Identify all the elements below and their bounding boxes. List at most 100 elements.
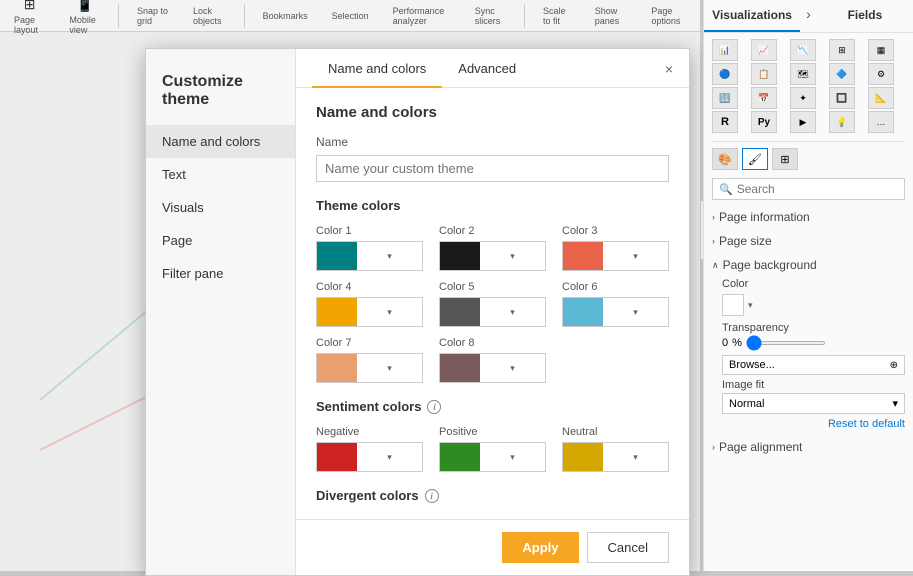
viz-r[interactable]: R [712, 111, 738, 133]
color2-swatch [440, 242, 480, 270]
color2-selector[interactable]: ▾ [439, 241, 546, 271]
sidebar-item-text[interactable]: Text [146, 158, 295, 191]
viz-py[interactable]: Py [751, 111, 777, 133]
color6-item: Color 6 ▾ [562, 281, 669, 327]
viz-search-input[interactable] [737, 182, 898, 196]
viz-donut[interactable]: 🔵 [712, 63, 738, 85]
negative-selector[interactable]: ▾ [316, 442, 423, 472]
color3-chevron: ▾ [603, 251, 668, 262]
selection-btn[interactable]: Selection [326, 9, 375, 23]
neutral-item: Neutral ▾ [562, 426, 669, 472]
sidebar-item-filter-pane[interactable]: Filter pane [146, 257, 295, 290]
image-fit-label: Image fit [722, 379, 905, 391]
bg-color-swatch[interactable] [722, 294, 744, 316]
mobile-view-btn[interactable]: 📱 Mobile view [63, 0, 106, 37]
page-size-header[interactable]: › Page size [712, 232, 905, 250]
sidebar-item-visuals[interactable]: Visuals [146, 191, 295, 224]
viz-bar-chart[interactable]: 📊 [712, 39, 738, 61]
color1-selector[interactable]: ▾ [316, 241, 423, 271]
page-layout-btn[interactable]: ⊞ Page layout [8, 0, 51, 37]
theme-colors-title: Theme colors [316, 198, 669, 213]
bg-color-dropdown[interactable]: ▾ [748, 300, 753, 311]
neutral-selector[interactable]: ▾ [562, 442, 669, 472]
color5-selector[interactable]: ▾ [439, 297, 546, 327]
viz-treemap[interactable]: 🔷 [829, 63, 855, 85]
cancel-button[interactable]: Cancel [587, 532, 669, 563]
fields-icon[interactable]: ⊞ [772, 148, 798, 170]
page-layout-label: Page layout [14, 15, 45, 35]
color7-selector[interactable]: ▾ [316, 353, 423, 383]
lock-objects-btn[interactable]: Lock objects [187, 4, 232, 28]
reset-to-default[interactable]: Reset to default [722, 416, 905, 432]
viz-slicer[interactable]: 🔲 [829, 87, 855, 109]
viz-card[interactable]: 🔢 [712, 87, 738, 109]
tab-advanced[interactable]: Advanced [442, 49, 532, 88]
browse-button[interactable]: Browse... ⊕ [722, 355, 905, 375]
viz-area-chart[interactable]: 📉 [790, 39, 816, 61]
snap-grid-btn[interactable]: Snap to grid [131, 4, 175, 28]
lock-objects-label: Lock objects [193, 6, 226, 26]
sentiment-info-icon: i [427, 400, 441, 414]
sync-slicers-btn[interactable]: Sync slicers [469, 4, 513, 28]
show-panes-label: Show panes [595, 6, 628, 26]
viz-map[interactable]: 🗺 [790, 63, 816, 85]
viz-more2[interactable]: 💡 [829, 111, 855, 133]
viz-line-chart[interactable]: 📈 [751, 39, 777, 61]
bookmarks-btn[interactable]: Bookmarks [257, 9, 314, 23]
sidebar-item-name-colors[interactable]: Name and colors [146, 125, 295, 158]
page-alignment-header[interactable]: › Page alignment [712, 438, 905, 456]
transparency-slider[interactable] [746, 341, 826, 345]
analytics-icon[interactable]: 🖌 [742, 148, 768, 170]
transparency-control-row: 0 % [722, 337, 905, 349]
color7-item: Color 7 ▾ [316, 337, 423, 383]
tab-fields[interactable]: Fields [817, 0, 913, 32]
sentiment-grid: Negative ▾ Positive ▾ [316, 426, 669, 472]
page-info-header[interactable]: › Page information [712, 208, 905, 226]
positive-chevron: ▾ [480, 452, 545, 463]
viz-pie[interactable]: ▦ [868, 39, 894, 61]
viz-scatter[interactable]: ⊞ [829, 39, 855, 61]
color4-selector[interactable]: ▾ [316, 297, 423, 327]
color5-swatch [440, 298, 480, 326]
negative-swatch [317, 443, 357, 471]
show-panes-btn[interactable]: Show panes [589, 4, 634, 28]
tab-name-colors[interactable]: Name and colors [312, 49, 442, 88]
format-icon[interactable]: 🎨 [712, 148, 738, 170]
name-input[interactable] [316, 155, 669, 182]
viz-gauge[interactable]: ⚙ [868, 63, 894, 85]
snap-grid-label: Snap to grid [137, 6, 169, 26]
color7-chevron: ▾ [357, 363, 422, 374]
sidebar-item-page[interactable]: Page [146, 224, 295, 257]
viz-search-box: 🔍 [712, 178, 905, 200]
page-bg-header[interactable]: ∧ Page background [712, 256, 905, 274]
color6-chevron: ▾ [603, 307, 668, 318]
viz-more1[interactable]: ▶ [790, 111, 816, 133]
scale-fit-btn[interactable]: Scale to fit [537, 4, 577, 28]
divergent-info-icon: i [425, 489, 439, 503]
top-bar: ⊞ Page layout 📱 Mobile view Snap to grid… [0, 0, 700, 32]
viz-more3[interactable]: … [868, 111, 894, 133]
viz-table[interactable]: 📋 [751, 63, 777, 85]
transparency-row: Transparency [722, 322, 905, 334]
page-options-btn[interactable]: Page options [645, 4, 692, 28]
image-fit-dropdown[interactable]: Normal ▾ [722, 393, 905, 414]
tab-visualizations[interactable]: Visualizations [704, 0, 800, 32]
search-icon: 🔍 [719, 183, 733, 196]
name-label: Name [316, 135, 669, 149]
apply-button[interactable]: Apply [502, 532, 578, 563]
transparency-percent: % [732, 337, 742, 349]
color3-label: Color 3 [562, 225, 669, 237]
color3-selector[interactable]: ▾ [562, 241, 669, 271]
bg-color-control: Color [722, 278, 905, 290]
viz-kpi[interactable]: ✦ [790, 87, 816, 109]
color8-selector[interactable]: ▾ [439, 353, 546, 383]
viz-shape[interactable]: 📐 [868, 87, 894, 109]
viz-expand-icon[interactable]: › [800, 0, 817, 32]
close-button[interactable]: × [659, 59, 679, 79]
positive-selector[interactable]: ▾ [439, 442, 546, 472]
color6-selector[interactable]: ▾ [562, 297, 669, 327]
perf-analyzer-btn[interactable]: Performance analyzer [387, 4, 457, 28]
dialog-main: Name and colors Advanced Name and colors… [296, 49, 689, 575]
right-panel: Visualizations › Fields 📊 📈 📉 ⊞ ▦ 🔵 📋 🗺 … [703, 0, 913, 571]
viz-calendar[interactable]: 📅 [751, 87, 777, 109]
